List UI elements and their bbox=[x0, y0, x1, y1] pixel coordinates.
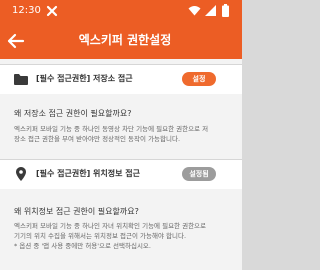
folder-icon bbox=[14, 74, 28, 85]
permission-settings-screen: 12:30 엑스키퍼 권한설정 [필수 접근권한] 저장소 접근 설정 왜 저장… bbox=[0, 0, 242, 270]
description-line: 장소 접근 권한을 부여 받아야만 정상적인 동작이 가능합니다. bbox=[14, 135, 181, 143]
location-permission-description: 왜 위치정보 접근 권한이 필요할까요? 엑스키퍼 모바일 기능 중 하나인 자… bbox=[0, 189, 242, 270]
storage-permission-title: [필수 접근권한] 저장소 접근 bbox=[36, 74, 133, 83]
storage-settings-button[interactable]: 설정 bbox=[182, 72, 216, 86]
app-notification-icon bbox=[46, 5, 58, 17]
location-permission-question: 왜 위치정보 접근 권한이 필요할까요? bbox=[14, 207, 139, 216]
storage-permission-question: 왜 저장소 접근 권한이 필요할까요? bbox=[14, 109, 132, 118]
status-time: 12:30 bbox=[12, 5, 41, 16]
status-bar: 12:30 bbox=[0, 0, 242, 22]
battery-icon bbox=[222, 4, 229, 17]
location-permission-header: [필수 접근권한] 위치정보 접근 설정됨 bbox=[0, 159, 242, 190]
description-line: * 옵션 중 '앱 사용 중에만 허용'으로 선택하십시오. bbox=[14, 242, 151, 250]
storage-permission-body: 엑스키퍼 모바일 기능 중 하나인 동영상 차단 기능에 필요한 권한으로 저 … bbox=[14, 124, 228, 144]
signal-icon bbox=[205, 5, 216, 16]
location-pin-icon bbox=[16, 167, 26, 181]
location-settings-button[interactable]: 설정됨 bbox=[182, 167, 216, 181]
description-line: 기기의 위치 수집을 위해서는 위치정보 접근이 가능해야 합니다. bbox=[14, 232, 187, 240]
wifi-icon bbox=[188, 6, 201, 16]
storage-permission-description: 왜 저장소 접근 권한이 필요할까요? 엑스키퍼 모바일 기능 중 하나인 동영… bbox=[0, 94, 242, 146]
location-permission-title: [필수 접근권한] 위치정보 접근 bbox=[36, 169, 140, 178]
location-permission-body: 엑스키퍼 모바일 기능 중 하나인 자녀 위치확인 기능에 필요한 권한으로 기… bbox=[14, 221, 228, 251]
page-title: 엑스키퍼 권한설정 bbox=[78, 33, 172, 47]
description-line: 엑스키퍼 모바일 기능 중 하나인 동영상 차단 기능에 필요한 권한으로 저 bbox=[14, 125, 209, 133]
app-toolbar: 엑스키퍼 권한설정 bbox=[0, 22, 242, 59]
description-line: 엑스키퍼 모바일 기능 중 하나인 자녀 위치확인 기능에 필요한 권한으로 bbox=[14, 222, 207, 230]
storage-permission-header: [필수 접근권한] 저장소 접근 설정 bbox=[0, 64, 242, 95]
back-arrow-icon[interactable] bbox=[5, 30, 27, 52]
